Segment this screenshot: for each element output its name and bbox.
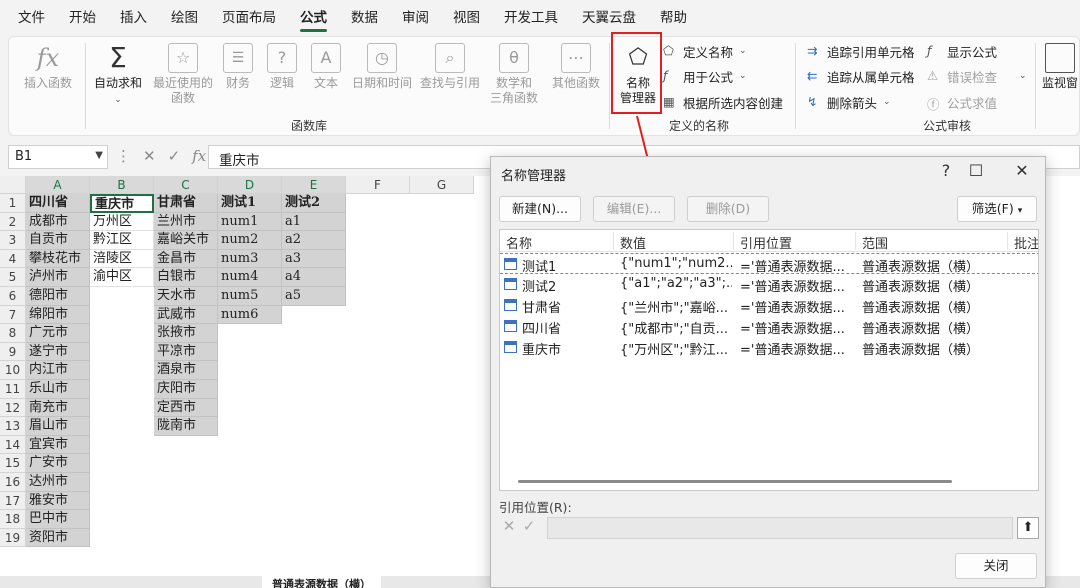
item-name: 甘肃省 [522, 301, 562, 316]
close-icon[interactable]: ✕ [1007, 161, 1037, 180]
item-name: 测试2 [522, 280, 557, 295]
table-icon [504, 258, 517, 270]
header-scope[interactable]: 范围 [862, 233, 888, 252]
ref-label: 引用位置(R): [499, 500, 572, 515]
item-ref: ='普通表源数据... [740, 301, 845, 316]
ref-edit-buttons: ✕ ✓ [501, 517, 537, 535]
table-icon [504, 299, 517, 311]
header-comment[interactable]: 批注 [1014, 233, 1038, 252]
collapse-arrow-icon[interactable]: ⬆ [1017, 517, 1039, 539]
name-manager-dialog: 名称管理器 ? ☐ ✕ 新建(N)... 编辑(E)... 删除(D) 筛选(F… [490, 156, 1046, 588]
list-item[interactable]: 四川省 {"成都市";"自贡... ='普通表源数据... 普通表源数据（横） [500, 316, 1038, 337]
table-icon [504, 278, 517, 290]
item-scope: 普通表源数据（横） [862, 260, 980, 275]
header-ref[interactable]: 引用位置 [740, 233, 792, 252]
table-icon [504, 320, 517, 332]
item-ref: ='普通表源数据... [740, 280, 845, 295]
list-item[interactable]: 重庆市 {"万州区";"黔江... ='普通表源数据... 普通表源数据（横） [500, 337, 1038, 358]
ref-input[interactable] [547, 517, 1013, 539]
names-list[interactable]: 名称 数值 引用位置 范围 批注 测试1 {"num1";"num2... ='普通… [499, 229, 1039, 491]
dialog-title: 名称管理器 [501, 169, 567, 184]
item-ref: ='普通表源数据... [740, 343, 845, 358]
item-scope: 普通表源数据（横） [862, 301, 980, 316]
item-scope: 普通表源数据（横） [862, 280, 980, 295]
new-name-button[interactable]: 新建(N)... [499, 196, 581, 222]
close-button[interactable]: 关闭 [955, 553, 1037, 579]
list-item[interactable]: 甘肃省 {"兰州市";"嘉峪... ='普通表源数据... 普通表源数据（横） [500, 295, 1038, 316]
item-value: {"成都市";"自贡... [620, 322, 728, 337]
cancel-edit-icon[interactable]: ✕ [501, 517, 517, 535]
header-name[interactable]: 名称 [506, 233, 532, 252]
item-value: {"兰州市";"嘉峪... [620, 301, 728, 316]
header-value[interactable]: 数值 [620, 233, 646, 252]
item-name: 测试1 [522, 260, 557, 275]
item-scope: 普通表源数据（横） [862, 343, 980, 358]
delete-name-button[interactable]: 删除(D) [687, 196, 769, 222]
horizontal-scrollbar[interactable] [518, 480, 952, 483]
help-icon[interactable]: ? [931, 161, 961, 180]
list-header: 名称 数值 引用位置 范围 批注 [500, 230, 1038, 252]
confirm-edit-icon[interactable]: ✓ [521, 517, 537, 535]
item-value: {"a1";"a2";"a3";... [620, 276, 732, 291]
maximize-icon[interactable]: ☐ [961, 161, 991, 180]
item-name: 四川省 [522, 322, 562, 337]
item-ref: ='普通表源数据... [740, 322, 845, 337]
table-icon [504, 341, 517, 353]
list-item[interactable]: 测试2 {"a1";"a2";"a3";... ='普通表源数据... 普通表源数据（… [500, 274, 1038, 295]
edit-name-button[interactable]: 编辑(E)... [593, 196, 675, 222]
item-value: {"num1";"num2... [620, 256, 732, 271]
filter-button[interactable]: 筛选(F) ▾ [957, 196, 1037, 222]
item-name: 重庆市 [522, 343, 562, 358]
filter-label: 筛选(F) [971, 201, 1014, 216]
caret-down-icon: ▾ [1017, 206, 1023, 216]
item-ref: ='普通表源数据... [740, 260, 845, 275]
item-value: {"万州区";"黔江... [620, 343, 728, 358]
list-item[interactable]: 测试1 {"num1";"num2... ='普通表源数据... 普通表源数据（横） [500, 253, 1038, 275]
item-scope: 普通表源数据（横） [862, 322, 980, 337]
